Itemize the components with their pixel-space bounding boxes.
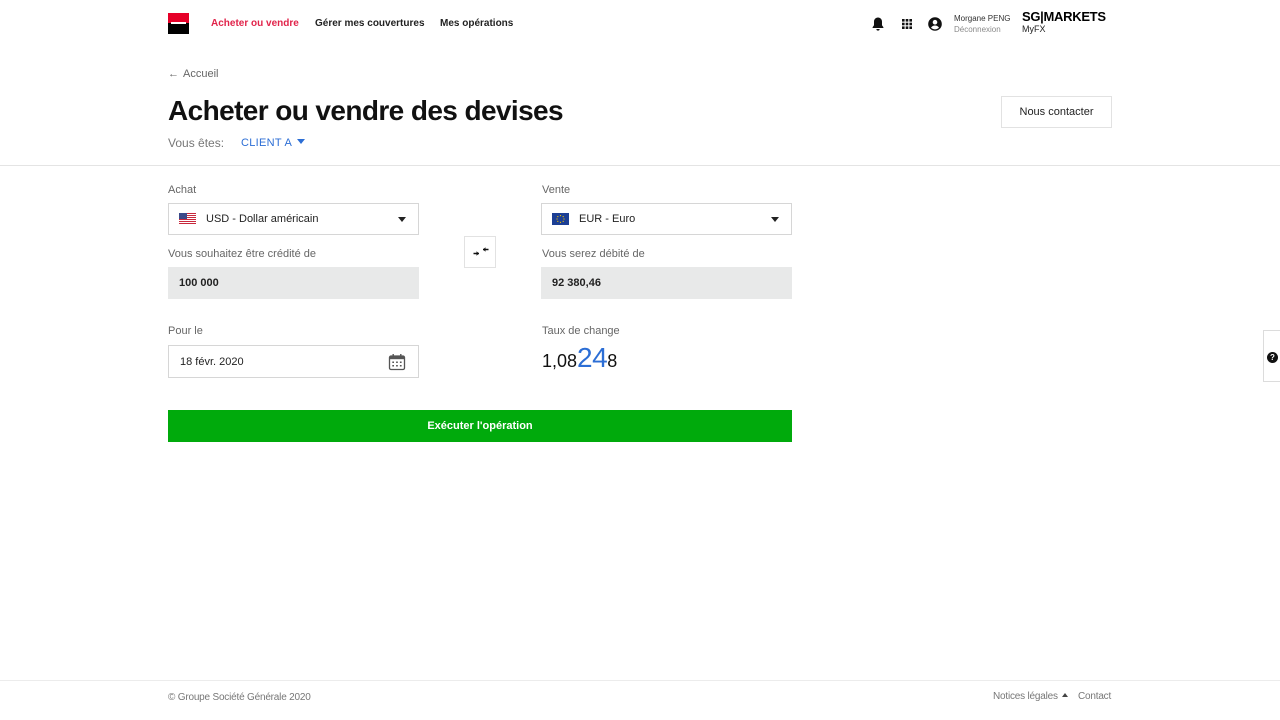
sg-markets-brand[interactable]: SG|MARKETS MyFX: [1022, 9, 1106, 35]
swap-arrows-icon: [473, 247, 489, 256]
sell-label: Vente: [542, 184, 571, 196]
client-value: CLIENT A: [241, 137, 293, 149]
rate-label: Taux de change: [542, 325, 620, 337]
date-value: 18 févr. 2020: [180, 356, 244, 368]
rate-highlight: 24: [577, 342, 608, 373]
help-tab[interactable]: ?: [1263, 330, 1280, 382]
footer-contact-link[interactable]: Contact: [1078, 691, 1111, 702]
rate-suffix: 8: [607, 351, 618, 371]
nav-gerer-mes-couvertures[interactable]: Gérer mes couvertures: [315, 18, 425, 29]
brand-name: SG|MARKETS: [1022, 9, 1106, 24]
nav-acheter-ou-vendre[interactable]: Acheter ou vendre: [211, 18, 299, 29]
debit-label: Vous serez débité de: [542, 248, 645, 260]
logout-link[interactable]: Déconnexion: [954, 24, 1010, 35]
debit-amount-input[interactable]: [541, 267, 792, 299]
buy-currency-value: USD - Dollar américain: [206, 213, 319, 225]
rate-prefix: 1,08: [542, 351, 578, 371]
client-selector[interactable]: CLIENT A: [241, 137, 306, 149]
buy-label: Achat: [168, 184, 197, 196]
contact-us-button[interactable]: Nous contacter: [1001, 96, 1112, 128]
nav-mes-operations[interactable]: Mes opérations: [440, 18, 513, 29]
apps-grid-icon[interactable]: [898, 15, 916, 33]
credit-amount-input[interactable]: [168, 267, 419, 299]
us-flag-icon: [179, 213, 196, 225]
buy-currency-select[interactable]: USD - Dollar américain: [168, 203, 419, 235]
footer-divider: [0, 680, 1280, 681]
header-divider: [0, 165, 1280, 166]
swap-currencies-button[interactable]: [464, 236, 496, 268]
chevron-down-icon: [771, 217, 779, 222]
caret-down-icon: [297, 139, 306, 144]
question-icon: ?: [1267, 352, 1278, 363]
back-to-home-link[interactable]: ← Accueil: [168, 68, 218, 80]
exchange-rate-value: 1,08248: [542, 342, 617, 374]
you-are-label: Vous êtes:: [168, 136, 225, 150]
arrow-left-icon: ←: [168, 68, 179, 80]
date-input[interactable]: 18 févr. 2020: [168, 345, 419, 378]
sell-currency-value: EUR - Euro: [579, 213, 636, 225]
legal-notices-link[interactable]: Notices légales: [993, 691, 1068, 702]
bell-icon[interactable]: [869, 15, 887, 33]
user-info: Morgane PENG Déconnexion: [954, 13, 1010, 35]
copyright-text: © Groupe Société Générale 2020: [168, 692, 311, 703]
legal-notices-label: Notices légales: [993, 691, 1058, 702]
credit-label: Vous souhaitez être crédité de: [168, 248, 316, 260]
chevron-down-icon: [398, 217, 406, 222]
sell-currency-select[interactable]: EUR - Euro: [541, 203, 792, 235]
societe-generale-logo[interactable]: [168, 13, 189, 34]
execute-operation-button[interactable]: Exécuter l'opération: [168, 410, 792, 442]
page-title: Acheter ou vendre des devises: [168, 95, 564, 126]
date-label: Pour le: [168, 325, 203, 337]
user-account-icon[interactable]: [926, 15, 944, 33]
eu-flag-icon: [552, 213, 569, 225]
top-navigation-bar: Acheter ou vendre Gérer mes couvertures …: [0, 0, 1280, 48]
caret-up-icon: [1061, 693, 1068, 697]
logo-white-bar: [171, 22, 186, 24]
user-name: Morgane PENG: [954, 14, 1011, 23]
brand-product: MyFX: [1022, 24, 1046, 34]
calendar-icon[interactable]: [388, 353, 406, 371]
back-label: Accueil: [183, 68, 219, 80]
